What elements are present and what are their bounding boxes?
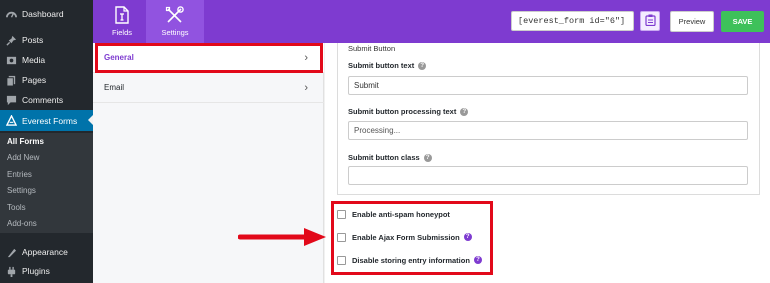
submenu-item-all-forms[interactable]: All Forms [7, 137, 44, 146]
sidebar-item-plugins[interactable]: Plugins [0, 261, 93, 281]
submenu-item-add-new[interactable]: Add New [7, 153, 39, 162]
sidebar-item-label: Media [22, 55, 46, 65]
submenu-item-add-ons[interactable]: Add-ons [7, 219, 37, 228]
fields-icon [114, 6, 130, 24]
field-label-text: Submit button processing text [348, 107, 457, 116]
sidebar-item-label: Everest Forms [22, 115, 78, 126]
pages-icon [5, 74, 17, 86]
red-arrow-icon [238, 228, 326, 246]
sidebar-item-label: Plugins [22, 266, 50, 276]
submenu-item-settings[interactable]: Settings [7, 186, 36, 195]
tab-label: Settings [161, 28, 189, 37]
forms-icon [5, 115, 17, 127]
field-label-text: Submit button text [348, 61, 415, 70]
sidebar-item-label: Posts [22, 35, 44, 45]
preview-button[interactable]: Preview [670, 11, 714, 32]
highlight-box-checkboxes [331, 201, 493, 275]
sidebar-item-label: Pages [22, 75, 47, 85]
clipboard-icon [644, 14, 656, 28]
sidebar-item-label: Comments [22, 95, 64, 105]
pin-icon [5, 34, 17, 46]
sidebar-item-media[interactable]: Media [0, 50, 93, 70]
dashboard-icon [5, 8, 17, 20]
sidebar-item-appearance[interactable]: Appearance [0, 242, 93, 262]
field-label: Submit button class ? [348, 153, 432, 162]
settings-nav-label: Email [104, 83, 125, 92]
tab-label: Fields [111, 28, 132, 37]
submenu-item-entries[interactable]: Entries [7, 170, 32, 179]
shortcode-field[interactable]: [everest_form id="6"] [511, 11, 634, 31]
sidebar-submenu: All Forms Add New Entries Settings Tools… [0, 133, 93, 233]
comments-icon [5, 94, 17, 106]
help-icon[interactable]: ? [423, 153, 432, 162]
builder-topbar: Fields Settings [everest_form id="6"] Pr… [93, 0, 770, 43]
sidebar-item-comments[interactable]: Comments [0, 90, 93, 110]
wp-admin-sidebar: Dashboard Posts Media Pages Comments Eve… [0, 0, 93, 283]
submit-processing-text-input[interactable] [348, 121, 748, 140]
sidebar-item-dashboard[interactable]: Dashboard [0, 4, 93, 24]
plugins-icon [5, 265, 17, 277]
field-label: Submit button text ? [348, 61, 427, 70]
help-icon[interactable]: ? [418, 61, 427, 70]
sidebar-item-pages[interactable]: Pages [0, 70, 93, 90]
sidebar-item-label: Appearance [22, 247, 68, 257]
tab-settings[interactable]: Settings [146, 0, 204, 43]
sidebar-item-everest-forms[interactable]: Everest Forms [0, 110, 93, 131]
sidebar-item-label: Dashboard [22, 9, 64, 19]
appearance-icon [5, 246, 17, 258]
tab-fields[interactable]: Fields [93, 0, 151, 43]
copy-shortcode-button[interactable] [640, 11, 660, 31]
field-label: Submit button processing text ? [348, 107, 469, 116]
settings-nav-email[interactable]: Email › [93, 73, 324, 103]
field-label-text: Submit button class [348, 153, 420, 162]
highlight-box-general [95, 43, 323, 73]
media-icon [5, 54, 17, 66]
sidebar-item-posts[interactable]: Posts [0, 30, 93, 50]
section-title: Submit Button [348, 44, 399, 53]
settings-tools-icon [165, 6, 185, 24]
submenu-item-tools[interactable]: Tools [7, 203, 26, 212]
chevron-right-icon: › [304, 81, 308, 94]
submit-button-class-input[interactable] [348, 166, 748, 185]
help-icon[interactable]: ? [460, 107, 469, 116]
save-button[interactable]: SAVE [721, 11, 764, 32]
submit-button-text-input[interactable] [348, 76, 748, 95]
